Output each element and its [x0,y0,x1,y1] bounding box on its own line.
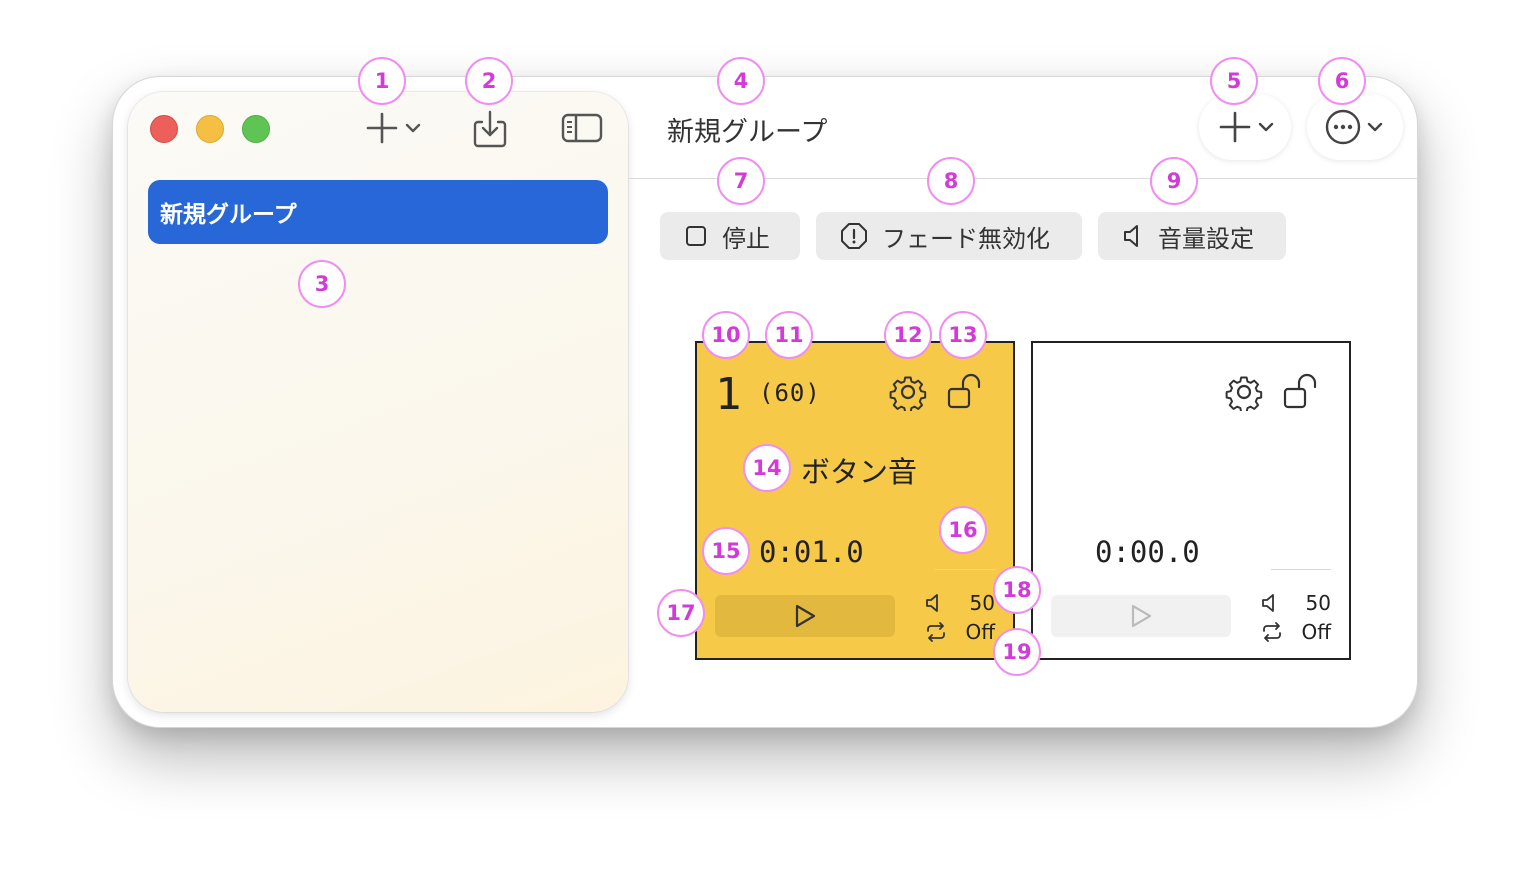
volume-settings-button[interactable]: 音量設定 [1098,212,1286,260]
annotation-badge: 19 [993,628,1041,676]
annotation-badge: 11 [765,311,813,359]
annotation-badge: 5 [1210,57,1258,105]
sidebar-add-menu-button[interactable] [364,110,424,146]
card-duration: 0:00.0 [1095,535,1200,569]
window-minimize-button[interactable] [196,115,224,143]
stop-square-icon [686,226,706,246]
fade-disable-button[interactable]: フェード無効化 [816,212,1082,260]
card-count: (60) [759,379,821,407]
more-menu-button[interactable] [1307,94,1403,160]
volume-settings-label: 音量設定 [1158,224,1254,253]
play-icon [1131,604,1152,628]
annotation-badge: 18 [993,566,1041,614]
card-settings-button[interactable] [1225,373,1263,415]
card-divider [935,569,995,570]
card-volume: 50 [925,591,995,615]
card-loop: Off [925,620,995,644]
card-lock-button[interactable] [947,373,983,415]
card-lock-button[interactable] [1283,373,1319,415]
annotation-badge: 12 [884,311,932,359]
sound-card[interactable]: 0:00.0 50 Off [1031,341,1351,660]
card-settings-button[interactable] [889,373,927,415]
card-duration: 0:01.0 [759,535,864,569]
card-volume-value: 50 [969,591,995,615]
annotation-badge: 4 [717,57,765,105]
sound-card[interactable]: 1 (60) ボタン音 0:01.0 50 Off [695,341,1015,660]
fade-disable-label: フェード無効化 [882,224,1050,253]
annotation-badge: 16 [939,506,987,554]
card-divider [1271,569,1331,570]
stop-button[interactable]: 停止 [660,212,800,260]
repeat-icon [927,622,945,642]
speaker-icon [1262,594,1274,612]
sidebar-toggle-icon [561,113,603,143]
card-loop-value: Off [965,620,995,644]
annotation-badge: 9 [1150,157,1198,205]
play-button[interactable] [1051,595,1231,637]
page-title: 新規グループ [667,117,828,148]
annotation-badge: 13 [939,311,987,359]
exclamation-octagon-icon [841,223,867,249]
annotation-badge: 2 [465,57,513,105]
card-loop: Off [1261,620,1331,644]
annotation-badge: 17 [657,589,705,637]
annotation-badge: 8 [927,157,975,205]
annotation-badge: 7 [717,157,765,205]
play-icon [795,604,816,628]
plus-chevron-icon [366,112,421,144]
card-number: 1 [715,369,742,420]
plus-chevron-icon [1219,111,1274,143]
card-sound-name: ボタン音 [801,455,918,489]
gear-icon [1225,376,1263,414]
sidebar-item-group[interactable]: 新規グループ [148,180,608,244]
annotation-badge: 14 [743,444,791,492]
add-menu-button[interactable] [1199,94,1291,160]
annotation-badge: 15 [702,527,750,575]
download-tray-icon [473,110,507,148]
stop-button-label: 停止 [722,224,770,253]
card-volume-value: 50 [1305,591,1331,615]
toggle-sidebar-button[interactable] [560,112,604,144]
annotation-badge: 3 [298,260,346,308]
speaker-icon [926,594,938,612]
play-button[interactable] [715,595,895,637]
window-close-button[interactable] [150,115,178,143]
ellipsis-circle-chevron-icon [1325,109,1383,145]
gear-icon [889,376,927,414]
annotation-badge: 1 [358,57,406,105]
annotation-badge: 6 [1318,57,1366,105]
card-loop-value: Off [1301,620,1331,644]
sidebar-item-label: 新規グループ [160,202,297,228]
speaker-icon [1124,225,1138,247]
unlock-icon [947,373,981,409]
import-button[interactable] [470,108,510,150]
window-zoom-button[interactable] [242,115,270,143]
card-volume: 50 [1261,591,1331,615]
repeat-icon [1263,622,1281,642]
unlock-icon [1283,373,1317,409]
annotation-badge: 10 [702,311,750,359]
